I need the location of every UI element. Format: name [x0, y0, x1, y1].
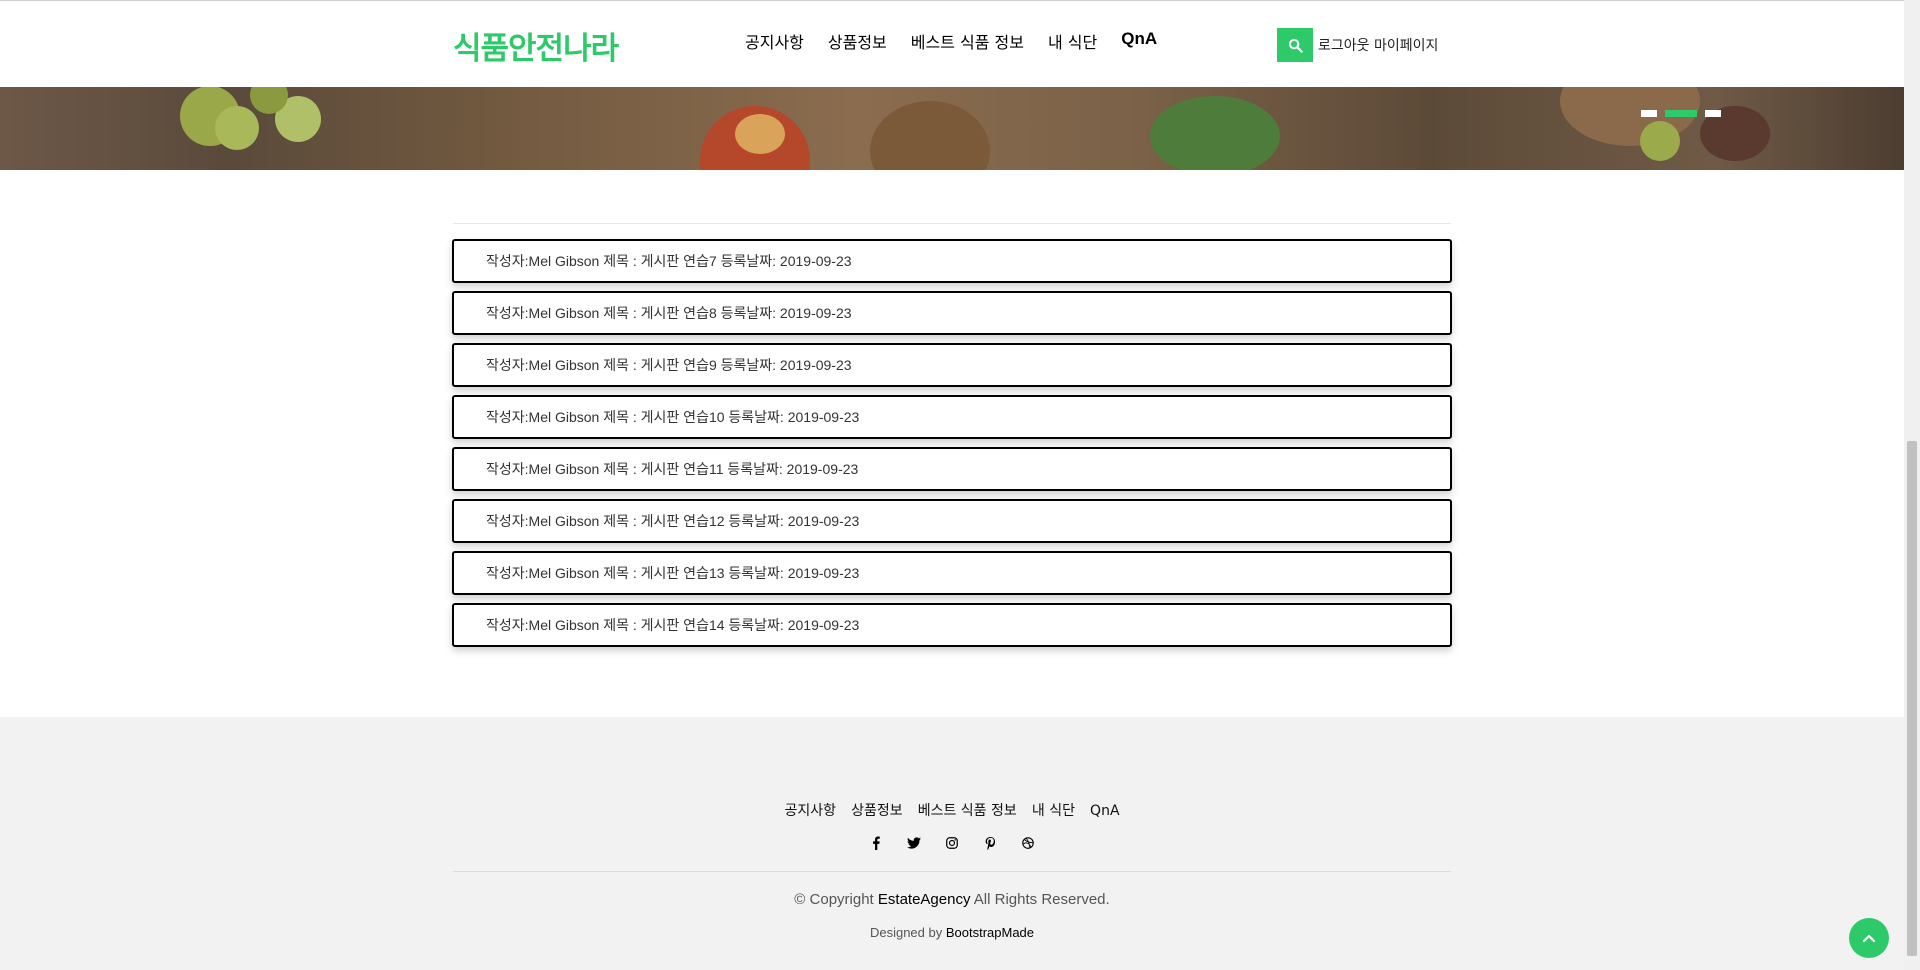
footer-divider [453, 871, 1451, 872]
nav-item-qna[interactable]: QnA [1121, 29, 1157, 53]
post-item[interactable]: 작성자:Mel Gibson 제목 : 게시판 연습13 등록날짜: 2019-… [452, 551, 1452, 595]
post-item[interactable]: 작성자:Mel Gibson 제목 : 게시판 연습14 등록날짜: 2019-… [452, 603, 1452, 647]
top-navbar: 식품안전나라 공지사항 상품정보 베스트 식품 정보 내 식단 QnA 로그아웃… [0, 0, 1904, 87]
logout-link[interactable]: 로그아웃 [1318, 38, 1370, 54]
chevron-up-icon [1862, 934, 1876, 943]
post-text: 작성자:Mel Gibson 제목 : 게시판 연습7 등록날짜: 2019-0… [486, 253, 852, 269]
facebook-icon[interactable] [867, 834, 885, 852]
mypage-link[interactable]: 마이페이지 [1374, 38, 1438, 54]
search-icon [1288, 38, 1303, 53]
post-text: 작성자:Mel Gibson 제목 : 게시판 연습10 등록날짜: 2019-… [486, 409, 860, 425]
instagram-icon[interactable] [943, 834, 961, 852]
page-scrollbar[interactable] [1904, 0, 1920, 970]
copyright-text: © Copyright EstateAgency All Rights Rese… [0, 891, 1904, 908]
designer-link[interactable]: BootstrapMade [946, 925, 1034, 940]
nav-item-best-food[interactable]: 베스트 식품 정보 [911, 29, 1024, 53]
footer-nav: 공지사항 상품정보 베스트 식품 정보 내 식단 QnA [0, 800, 1904, 820]
nav-item-notice[interactable]: 공지사항 [745, 29, 804, 53]
footer-nav-products[interactable]: 상품정보 [851, 803, 903, 819]
copyright-brand: EstateAgency [877, 891, 971, 908]
footer-nav-my-diet[interactable]: 내 식단 [1032, 803, 1075, 819]
post-item[interactable]: 작성자:Mel Gibson 제목 : 게시판 연습10 등록날짜: 2019-… [452, 395, 1452, 439]
credits-text: Designed by BootstrapMade [0, 925, 1904, 940]
nav-item-products[interactable]: 상품정보 [828, 29, 887, 53]
nav-item-my-diet[interactable]: 내 식단 [1048, 29, 1097, 53]
footer-nav-best-food[interactable]: 베스트 식품 정보 [918, 803, 1017, 819]
search-button[interactable] [1277, 28, 1313, 62]
post-text: 작성자:Mel Gibson 제목 : 게시판 연습8 등록날짜: 2019-0… [486, 305, 852, 321]
post-item[interactable]: 작성자:Mel Gibson 제목 : 게시판 연습8 등록날짜: 2019-0… [452, 291, 1452, 335]
post-text: 작성자:Mel Gibson 제목 : 게시판 연습13 등록날짜: 2019-… [486, 565, 860, 581]
main-nav: 공지사항 상품정보 베스트 식품 정보 내 식단 QnA [745, 29, 1181, 53]
carousel-dot-2-active[interactable] [1665, 110, 1697, 117]
designed-prefix: Designed by [869, 925, 946, 940]
dribbble-icon[interactable] [1019, 834, 1037, 852]
back-to-top-button[interactable] [1849, 918, 1889, 958]
auth-links: 로그아웃 마이페이지 [1318, 35, 1438, 55]
post-text: 작성자:Mel Gibson 제목 : 게시판 연습12 등록날짜: 2019-… [486, 513, 860, 529]
post-item[interactable]: 작성자:Mel Gibson 제목 : 게시판 연습12 등록날짜: 2019-… [452, 499, 1452, 543]
post-item[interactable]: 작성자:Mel Gibson 제목 : 게시판 연습11 등록날짜: 2019-… [452, 447, 1452, 491]
carousel-dot-3[interactable] [1705, 110, 1721, 117]
footer-nav-notice[interactable]: 공지사항 [784, 803, 836, 819]
board-post-list: 작성자:Mel Gibson 제목 : 게시판 연습7 등록날짜: 2019-0… [452, 239, 1452, 655]
copyright-suffix: All Rights Reserved. [970, 891, 1110, 908]
post-text: 작성자:Mel Gibson 제목 : 게시판 연습9 등록날짜: 2019-0… [486, 357, 852, 373]
carousel-indicators [1641, 110, 1721, 117]
twitter-icon[interactable] [905, 834, 923, 852]
copyright-prefix: © Copyright [794, 891, 878, 908]
post-text: 작성자:Mel Gibson 제목 : 게시판 연습14 등록날짜: 2019-… [486, 617, 860, 633]
post-item[interactable]: 작성자:Mel Gibson 제목 : 게시판 연습7 등록날짜: 2019-0… [452, 239, 1452, 283]
post-item[interactable]: 작성자:Mel Gibson 제목 : 게시판 연습9 등록날짜: 2019-0… [452, 343, 1452, 387]
post-text: 작성자:Mel Gibson 제목 : 게시판 연습11 등록날짜: 2019-… [486, 461, 859, 477]
section-divider [453, 223, 1451, 224]
pinterest-icon[interactable] [981, 834, 999, 852]
carousel-dot-1[interactable] [1641, 110, 1657, 117]
scrollbar-thumb[interactable] [1907, 441, 1917, 956]
site-logo[interactable]: 식품안전나라 [453, 23, 619, 68]
social-links [0, 834, 1904, 852]
hero-banner-image [0, 86, 1904, 170]
footer-nav-qna[interactable]: QnA [1090, 803, 1119, 819]
